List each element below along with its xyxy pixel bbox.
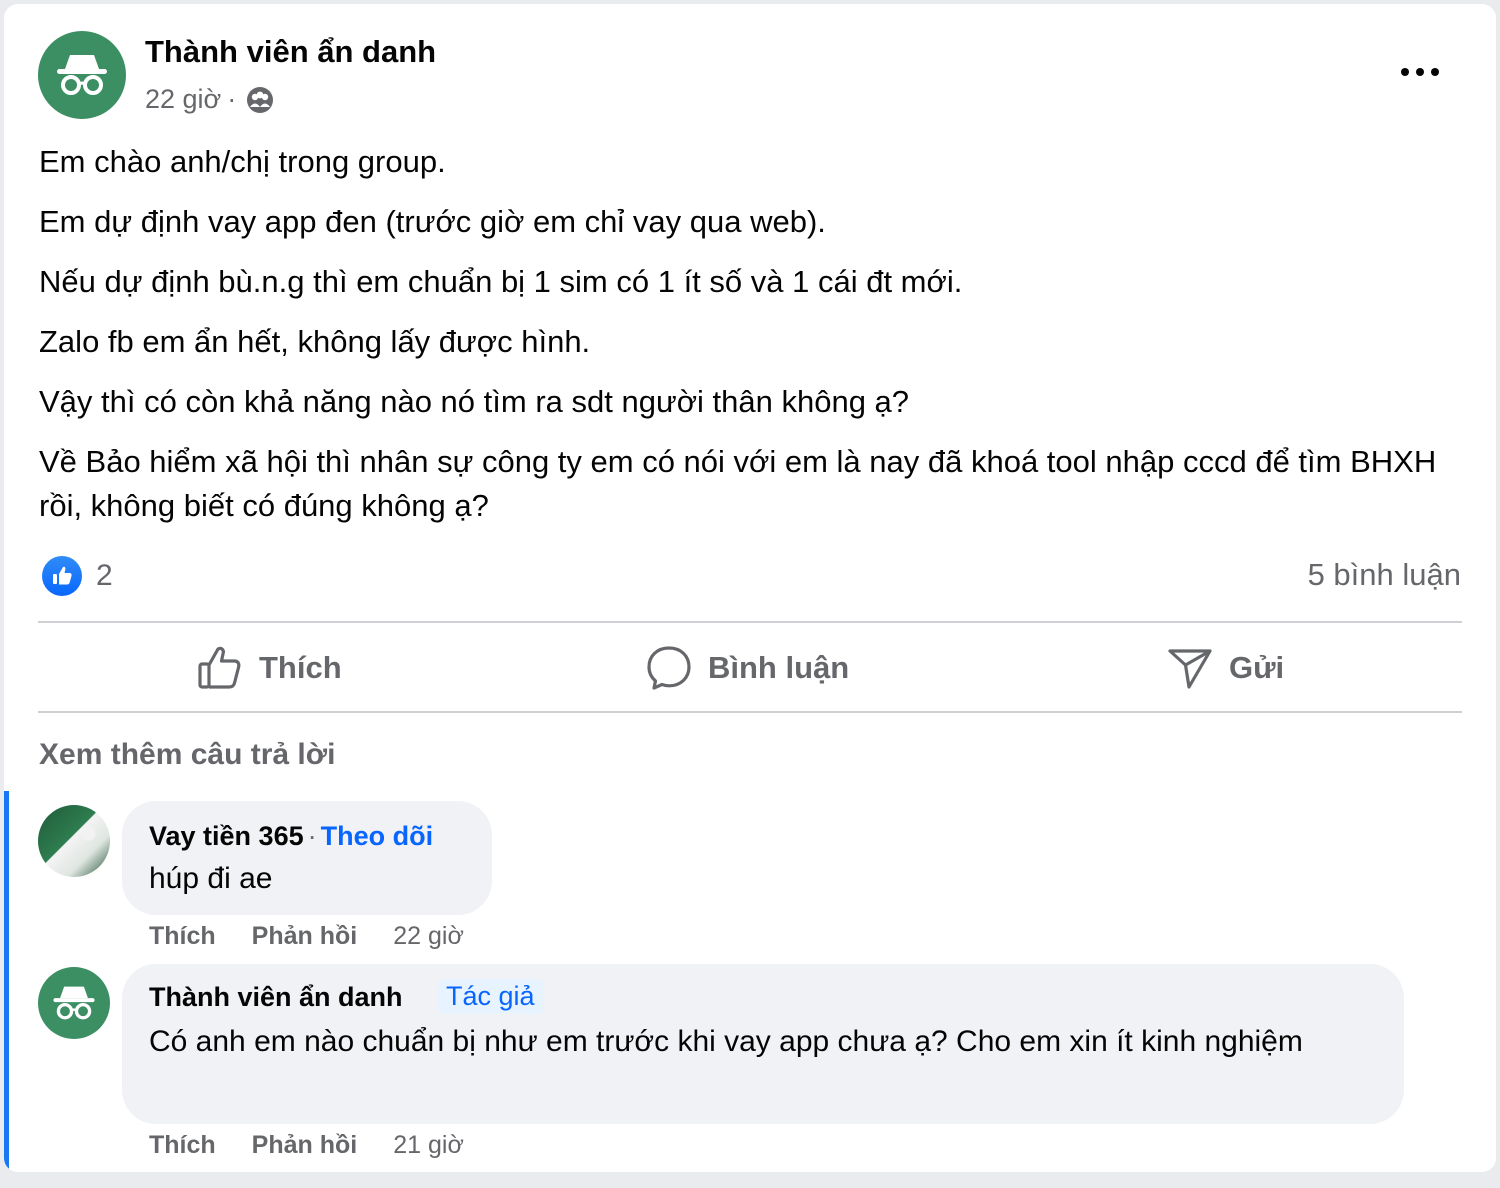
reply-thread-indicator (4, 791, 9, 1172)
more-options-button[interactable] (1396, 52, 1444, 92)
comment-time[interactable]: 22 giờ (393, 922, 464, 951)
post-author-name[interactable]: Thành viên ẩn danh (145, 34, 436, 70)
more-icon (1401, 68, 1439, 76)
send-button-label: Gửi (1229, 650, 1285, 685)
post-time[interactable]: 22 giờ (145, 84, 221, 115)
reaction-summary[interactable]: 2 (42, 556, 113, 596)
comment-time[interactable]: 21 giờ (393, 1131, 464, 1160)
divider (38, 621, 1462, 623)
view-more-replies-link[interactable]: Xem thêm câu trả lời (39, 738, 335, 772)
post-line: Zalo fb em ẩn hết, không lấy được hình. (39, 324, 591, 359)
comment-text: húp đi ae (149, 862, 273, 895)
post-body: Em chào anh/chị trong group. Em dự định … (39, 140, 1459, 544)
anonymous-avatar[interactable] (38, 31, 126, 119)
reaction-count: 2 (96, 559, 113, 592)
comment-button[interactable]: Bình luận (646, 634, 849, 702)
author-badge: Tác giả (438, 979, 543, 1014)
group-icon (246, 86, 274, 114)
comment-actions: Thích Phản hồi 22 giờ (149, 922, 464, 951)
comment-button-label: Bình luận (708, 650, 850, 685)
comment-author-name[interactable]: Thành viên ẩn danh (149, 982, 403, 1013)
like-button[interactable]: Thích (197, 634, 342, 702)
comment-like-button[interactable]: Thích (149, 922, 216, 951)
post-line: Nếu dự định bù.n.g thì em chuẩn bị 1 sim… (39, 264, 963, 299)
like-button-label: Thích (259, 650, 342, 685)
follow-link[interactable]: Theo dõi (321, 821, 433, 851)
post-meta: 22 giờ · (145, 84, 274, 115)
meta-separator: · (227, 84, 237, 114)
comment-actions: Thích Phản hồi 21 giờ (149, 1131, 464, 1160)
comment-author-name[interactable]: Vay tiền 365 (149, 821, 304, 851)
comment-bubble-icon (646, 645, 692, 691)
post-line: Em dự định vay app đen (trước giờ em chỉ… (39, 204, 826, 239)
comment-like-button[interactable]: Thích (149, 1131, 216, 1160)
thumbs-up-icon (197, 645, 243, 691)
post-line: Về Bảo hiểm xã hội thì nhân sự công ty e… (39, 444, 1437, 523)
post-line: Vậy thì có còn khả năng nào nó tìm ra sd… (39, 384, 910, 419)
post-line: Em chào anh/chị trong group. (39, 144, 446, 179)
comment-reply-button[interactable]: Phản hồi (252, 1131, 358, 1160)
post-card: Thành viên ẩn danh 22 giờ · Em chào anh/… (4, 4, 1496, 1172)
commenter-avatar[interactable] (38, 805, 110, 877)
incognito-icon (57, 55, 107, 95)
divider (38, 711, 1462, 713)
comment-count-link[interactable]: 5 bình luận (1308, 557, 1461, 593)
like-reaction-icon (42, 556, 82, 596)
comment-reply-button[interactable]: Phản hồi (252, 922, 358, 951)
anonymous-avatar[interactable] (38, 967, 110, 1039)
comment-author-line: Vay tiền 365 · Theo dõi (149, 821, 433, 852)
send-icon (1167, 645, 1213, 691)
incognito-icon (53, 986, 95, 1020)
name-separator: · (307, 821, 317, 851)
comment-text: Có anh em nào chuẩn bị như em trước khi … (149, 1025, 1303, 1058)
send-button[interactable]: Gửi (1167, 634, 1284, 702)
